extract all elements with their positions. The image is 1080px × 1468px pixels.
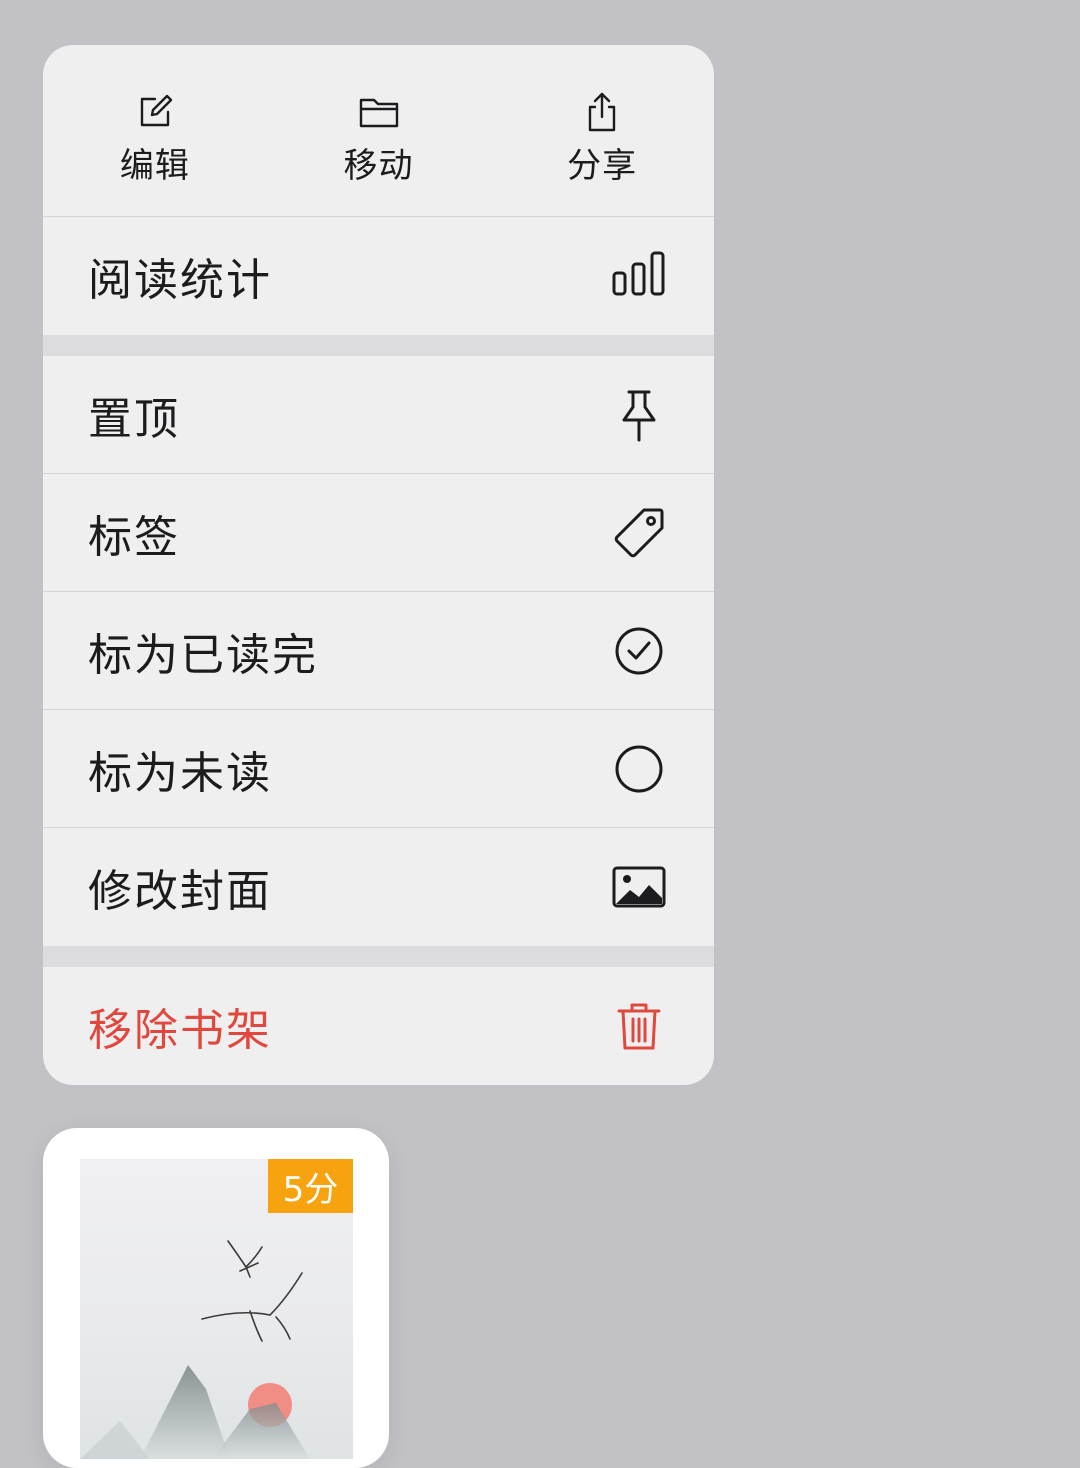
tag-icon (614, 508, 664, 558)
section-divider (43, 946, 714, 967)
score-badge: 5分 (268, 1159, 353, 1213)
mark-unread-label: 标为未读 (88, 748, 272, 799)
bar-chart-icon (612, 251, 665, 296)
mark-finished-item[interactable]: 标为已读完 (43, 592, 714, 710)
folder-icon (359, 98, 398, 128)
mark-unread-item[interactable]: 标为未读 (43, 710, 714, 828)
image-icon (612, 866, 666, 908)
move-button[interactable]: 移动 (267, 45, 491, 216)
remove-from-shelf-item[interactable]: 移除书架 (43, 967, 714, 1085)
tag-label: 标签 (88, 512, 180, 563)
context-menu: 编辑 移动 分享 阅读统计 置顶 标签 标为已读完 标为未读 修改封面 移除书架 (43, 45, 714, 1085)
change-cover-item[interactable]: 修改封面 (43, 828, 714, 946)
change-cover-label: 修改封面 (88, 866, 272, 917)
edit-icon (140, 94, 173, 127)
book-card[interactable]: 5分 (43, 1128, 389, 1468)
circle-icon (615, 745, 663, 793)
reading-stats-label: 阅读统计 (88, 255, 272, 306)
reading-stats-item[interactable]: 阅读统计 (43, 217, 714, 335)
share-icon (588, 92, 616, 132)
mark-finished-label: 标为已读完 (88, 630, 318, 681)
edit-button[interactable]: 编辑 (43, 45, 267, 216)
trash-icon (617, 1003, 661, 1050)
pin-label: 置顶 (88, 394, 180, 445)
tag-item[interactable]: 标签 (43, 474, 714, 592)
pin-item[interactable]: 置顶 (43, 356, 714, 474)
move-label: 移动 (343, 146, 414, 186)
section-divider (43, 335, 714, 356)
share-button[interactable]: 分享 (490, 45, 714, 216)
pin-icon (622, 390, 656, 442)
book-cover: 5分 (80, 1159, 353, 1459)
quick-actions-row: 编辑 移动 分享 (43, 45, 714, 217)
check-circle-icon (615, 627, 663, 675)
share-label: 分享 (567, 146, 638, 186)
edit-label: 编辑 (119, 146, 190, 186)
remove-from-shelf-label: 移除书架 (88, 1005, 272, 1056)
